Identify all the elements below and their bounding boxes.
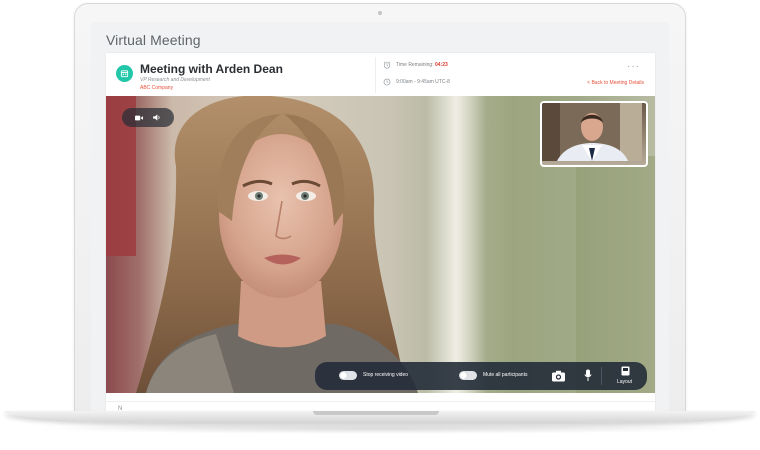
clock-icon: [383, 78, 391, 86]
laptop-lid: Virtual Meeting Meeting with Arden Dean …: [74, 3, 686, 417]
mute-all-participants-toggle[interactable]: [459, 371, 477, 380]
mute-all-participants-label: Mute all participants: [483, 372, 528, 378]
video-overlay-controls: [122, 108, 174, 127]
stop-receiving-video-label: Stop receiving video: [363, 372, 409, 378]
participant-company[interactable]: ABC Company: [140, 85, 173, 91]
stop-receiving-video-toggle[interactable]: [339, 371, 357, 380]
time-remaining-value: 04:23: [435, 62, 448, 68]
participant-role: VP Research and Development: [140, 77, 210, 83]
microphone-icon[interactable]: [584, 369, 592, 382]
laptop-shadow: [30, 424, 730, 434]
layout-icon[interactable]: [621, 366, 630, 376]
webcam-dot: [378, 11, 382, 15]
speaker-icon[interactable]: [153, 114, 161, 121]
meeting-calendar-icon: [116, 65, 133, 82]
meeting-card: Meeting with Arden Dean VP Research and …: [106, 53, 655, 416]
header-divider: [375, 57, 376, 93]
alarm-clock-icon: [383, 61, 391, 69]
meeting-title: Meeting with Arden Dean: [140, 62, 283, 76]
meeting-header: Meeting with Arden Dean VP Research and …: [106, 53, 655, 96]
page-title: Virtual Meeting: [106, 32, 201, 48]
laptop-notch: [313, 411, 439, 415]
more-options-button[interactable]: ···: [627, 62, 640, 72]
control-divider: [601, 367, 602, 385]
back-to-meeting-details-link[interactable]: < Back to Meeting Details: [587, 80, 644, 86]
main-video: Stop receiving video Mute all participan…: [106, 96, 655, 393]
call-control-bar: Stop receiving video Mute all participan…: [315, 362, 647, 390]
layout-label[interactable]: Layout: [617, 379, 632, 385]
self-view-video[interactable]: [540, 101, 648, 167]
time-remaining-label: Time Remaining:: [396, 62, 434, 68]
meeting-schedule: 9:00am - 9:45am UTC-8: [383, 78, 450, 86]
video-camera-icon[interactable]: [135, 115, 143, 121]
camera-switch-icon[interactable]: [551, 370, 566, 382]
screen: Virtual Meeting Meeting with Arden Dean …: [91, 22, 669, 416]
self-view-participant: [542, 103, 642, 161]
time-remaining: Time Remaining: 04:23: [383, 61, 448, 69]
schedule-text: 9:00am - 9:45am UTC-8: [396, 79, 450, 85]
